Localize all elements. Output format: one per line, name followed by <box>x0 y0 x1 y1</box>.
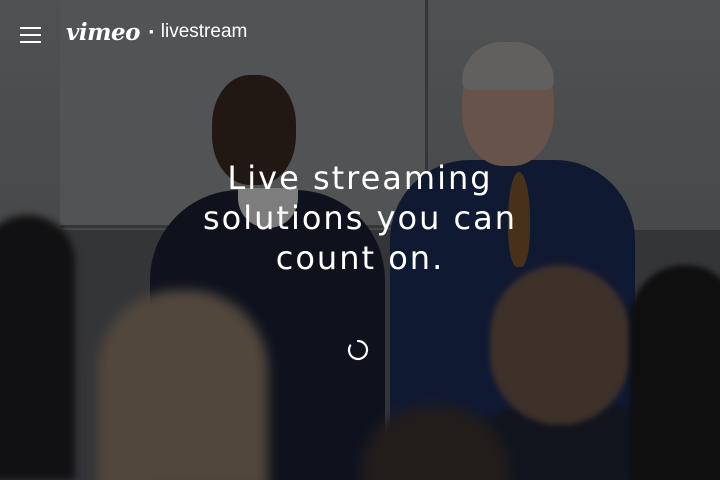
hero-headline: Live streaming solutions you can count o… <box>160 158 560 278</box>
site-header: vimeo · livestream <box>0 0 720 66</box>
loading-spinner-icon <box>347 339 369 361</box>
headline-line-2: solutions you can <box>202 199 517 237</box>
headline-line-3: count on. <box>275 239 445 277</box>
headline-line-1: Live streaming <box>227 159 493 197</box>
hamburger-menu-icon[interactable] <box>20 26 42 44</box>
logo-separator: · <box>147 21 155 43</box>
logo-product: livestream <box>160 21 248 42</box>
logo-brand: vimeo <box>66 18 140 46</box>
vimeo-livestream-logo[interactable]: vimeo · livestream <box>66 17 247 47</box>
